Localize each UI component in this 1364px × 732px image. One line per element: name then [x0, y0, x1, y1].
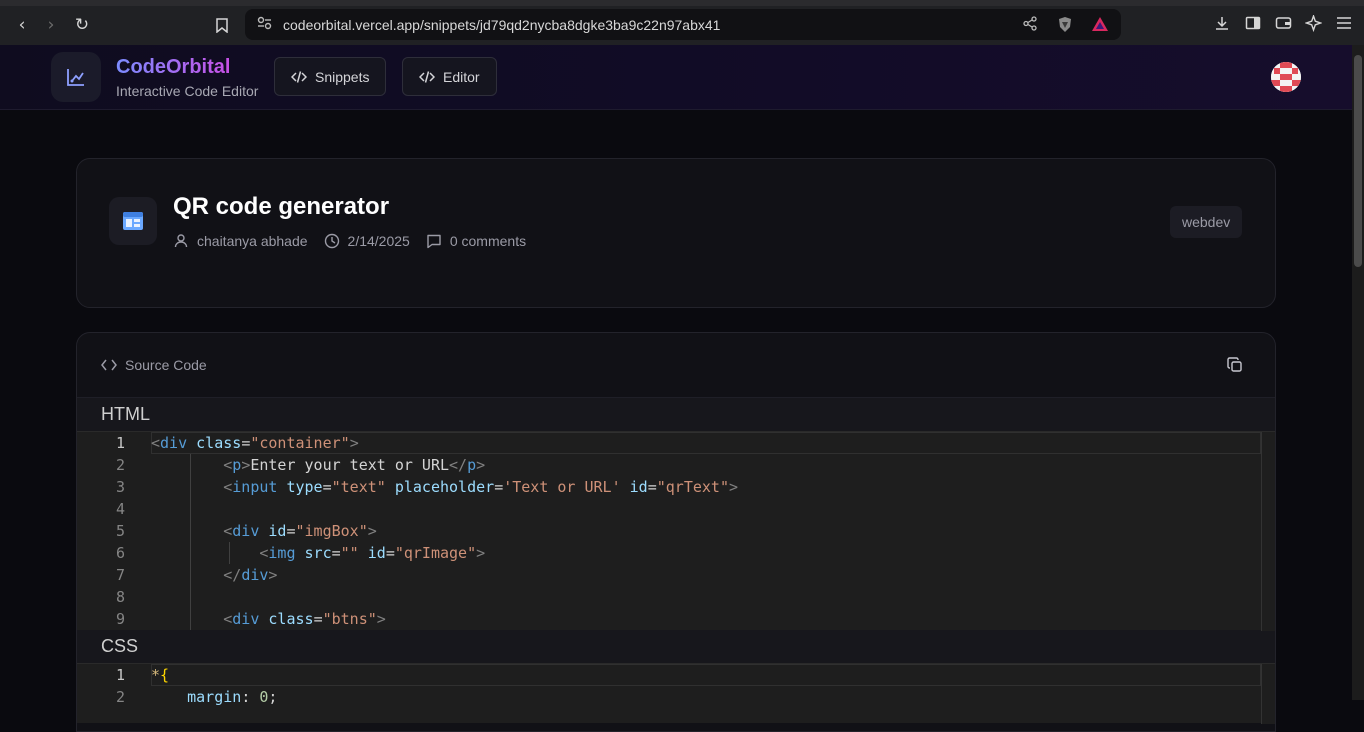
brave-rewards-icon[interactable]	[1091, 16, 1109, 36]
current-line-highlight	[151, 664, 1261, 686]
code-text: <p>Enter your text or URL</p>	[223, 456, 486, 474]
snippet-meta: chaitanya abhade 2/14/2025 0 comments	[173, 233, 542, 249]
page-scrollbar[interactable]	[1352, 45, 1364, 700]
snippets-nav-button[interactable]: Snippets	[274, 57, 387, 96]
snippet-icon	[109, 197, 157, 245]
code-icon	[291, 70, 307, 83]
comment-icon	[427, 234, 441, 249]
browser-window-icon	[123, 212, 143, 230]
code-text: </div>	[223, 566, 278, 584]
line-number: 7	[115, 566, 125, 584]
css-code-editor[interactable]: 1 *{ 2 margin: 0;	[77, 663, 1275, 724]
css-section-label: CSS	[77, 630, 1275, 663]
code-line[interactable]: 4	[77, 498, 1275, 520]
brand-tagline: Interactive Code Editor	[116, 83, 259, 99]
browser-toolbar: ‹ › ↻ codeorbital.vercel.app/snippets/jd…	[0, 0, 1364, 45]
bookmark-icon[interactable]	[211, 14, 233, 36]
code-text: <div class="btns">	[223, 610, 386, 628]
html-section-label: HTML	[77, 398, 1275, 431]
snippet-card: QR code generator chaitanya abhade 2/14/…	[76, 158, 1276, 308]
code-text: <div id="imgBox">	[223, 522, 377, 540]
line-number: 3	[115, 478, 125, 496]
brand-name[interactable]: CodeOrbital	[116, 56, 230, 79]
code-line[interactable]: 3 <input type="text" placeholder='Text o…	[77, 476, 1275, 498]
code-brackets-icon	[101, 359, 117, 371]
share-icon[interactable]	[1023, 16, 1037, 35]
user-avatar[interactable]	[1271, 62, 1301, 92]
logo[interactable]	[51, 52, 101, 102]
url-text: codeorbital.vercel.app/snippets/jd79qd2n…	[283, 17, 721, 33]
html-code-editor[interactable]: 1 <div class="container"> 2 <p>Enter your …	[77, 431, 1275, 631]
code-text: <img src="" id="qrImage">	[259, 544, 486, 562]
editor-scrollbar[interactable]	[1261, 432, 1275, 631]
code-text: <div class="container">	[151, 434, 359, 452]
sidebar-icon[interactable]	[1245, 15, 1261, 35]
forward-icon[interactable]: ›	[40, 14, 62, 36]
back-icon[interactable]: ‹	[11, 14, 33, 36]
chart-logo-icon	[67, 69, 84, 86]
user-icon	[174, 234, 188, 248]
code-line[interactable]: 1 *{	[77, 664, 1275, 686]
source-title: Source Code	[101, 357, 207, 373]
line-number: 5	[115, 522, 125, 540]
language-tag: webdev	[1170, 206, 1243, 238]
code-text: *{	[151, 666, 170, 684]
leo-ai-icon[interactable]	[1304, 13, 1323, 36]
snippets-nav-label: Snippets	[315, 68, 370, 85]
code-line[interactable]: 6 <img src="" id="qrImage">	[77, 542, 1275, 564]
code-line[interactable]: 2 <p>Enter your text or URL</p>	[77, 454, 1275, 476]
date: 2/14/2025	[324, 233, 410, 249]
code-line[interactable]: 7 </div>	[77, 564, 1275, 586]
code-icon	[419, 70, 435, 83]
snippet-title: QR code generator	[173, 193, 390, 220]
comments: 0 comments	[426, 233, 526, 249]
copy-button[interactable]	[1225, 355, 1245, 375]
editor-scrollbar[interactable]	[1261, 664, 1275, 724]
line-number: 2	[115, 688, 125, 706]
line-number: 2	[115, 456, 125, 474]
download-icon[interactable]	[1214, 15, 1230, 35]
line-number: 4	[115, 500, 125, 518]
line-number: 6	[115, 544, 125, 562]
page-scrollbar-thumb[interactable]	[1354, 55, 1362, 267]
code-line[interactable]: 5 <div id="imgBox">	[77, 520, 1275, 542]
address-bar[interactable]: codeorbital.vercel.app/snippets/jd79qd2n…	[245, 9, 1121, 40]
line-number: 9	[115, 610, 125, 628]
menu-icon[interactable]	[1336, 15, 1352, 34]
author: chaitanya abhade	[173, 233, 308, 249]
source-header: Source Code	[77, 333, 1275, 398]
reload-icon[interactable]: ↻	[71, 14, 93, 36]
app-header: CodeOrbital Interactive Code Editor Snip…	[0, 45, 1352, 110]
brave-shield-icon[interactable]	[1057, 16, 1073, 37]
editor-nav-label: Editor	[443, 68, 480, 85]
code-line[interactable]: 1 <div class="container">	[77, 432, 1275, 454]
author-name: chaitanya abhade	[197, 233, 308, 249]
clock-icon	[324, 233, 339, 249]
editor-nav-button[interactable]: Editor	[402, 57, 497, 96]
line-number: 8	[115, 588, 125, 606]
wallet-icon[interactable]	[1275, 15, 1292, 35]
site-info-icon[interactable]	[257, 16, 272, 34]
code-line[interactable]: 8	[77, 586, 1275, 608]
copy-icon	[1227, 357, 1242, 372]
date-text: 2/14/2025	[347, 233, 410, 249]
code-text: margin: 0;	[187, 688, 278, 706]
line-number: 1	[115, 666, 125, 684]
source-title-text: Source Code	[125, 357, 207, 373]
code-line[interactable]: 2 margin: 0;	[77, 686, 1275, 708]
code-line[interactable]: 9 <div class="btns">	[77, 608, 1275, 630]
source-code-panel: Source Code HTML 1 <div class="container"…	[76, 332, 1276, 732]
comments-count: 0 comments	[449, 233, 527, 249]
line-number: 1	[115, 434, 125, 452]
code-text: <input type="text" placeholder='Text or …	[223, 478, 739, 496]
